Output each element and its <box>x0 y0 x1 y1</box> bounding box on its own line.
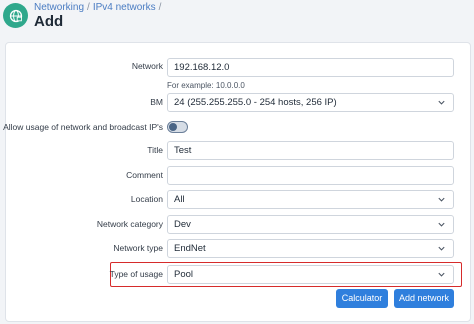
network-input[interactable]: 192.168.12.0 <box>167 58 454 77</box>
calculator-button[interactable]: Calculator <box>336 289 388 308</box>
bm-label: BM <box>150 97 163 107</box>
add-network-button[interactable]: Add network <box>394 289 454 308</box>
network-type-value: EndNet <box>174 243 206 254</box>
network-type-select[interactable]: EndNet <box>167 239 454 258</box>
toggle-knob <box>169 123 177 131</box>
chevron-down-icon <box>438 222 445 227</box>
page-title: Add <box>34 13 64 30</box>
page-header: Networking / IPv4 networks / Add <box>0 0 474 36</box>
comment-input[interactable] <box>167 166 454 185</box>
network-category-value: Dev <box>174 219 191 230</box>
location-select[interactable]: All <box>167 190 454 209</box>
comment-label: Comment <box>126 170 163 180</box>
title-label: Title <box>147 145 163 155</box>
location-label: Location <box>130 194 163 204</box>
type-of-usage-value: Pool <box>174 269 194 280</box>
network-category-select[interactable]: Dev <box>167 215 454 234</box>
chevron-down-icon <box>438 272 445 277</box>
title-input[interactable]: Test <box>167 141 454 160</box>
network-hint: For example: 10.0.0.0 <box>167 81 245 90</box>
breadcrumb-separator: / <box>158 2 162 13</box>
chevron-down-icon <box>438 100 445 105</box>
breadcrumb: Networking / IPv4 networks / <box>34 2 164 13</box>
bm-select[interactable]: 24 (255.255.255.0 - 254 hosts, 256 IP) <box>167 93 454 112</box>
breadcrumb-ipv4-networks[interactable]: IPv4 networks <box>93 2 156 13</box>
allow-usage-toggle[interactable] <box>167 121 188 133</box>
breadcrumb-networking[interactable]: Networking <box>34 2 84 13</box>
chevron-down-icon <box>438 197 445 202</box>
chevron-down-icon <box>438 246 445 251</box>
network-category-label: Network category <box>96 219 163 229</box>
type-of-usage-select[interactable]: Pool <box>167 265 454 284</box>
breadcrumb-separator: / <box>87 2 90 13</box>
location-value: All <box>174 194 185 205</box>
network-type-label: Network type <box>113 243 163 253</box>
network-label: Network <box>131 61 163 71</box>
network-globe-icon <box>3 3 28 28</box>
bm-value: 24 (255.255.255.0 - 254 hosts, 256 IP) <box>174 97 337 108</box>
add-network-form: Network 192.168.12.0 For example: 10.0.0… <box>3 42 471 322</box>
type-of-usage-label: Type of usage <box>109 269 163 279</box>
allow-usage-label: Allow usage of network and broadcast IP'… <box>3 122 163 132</box>
